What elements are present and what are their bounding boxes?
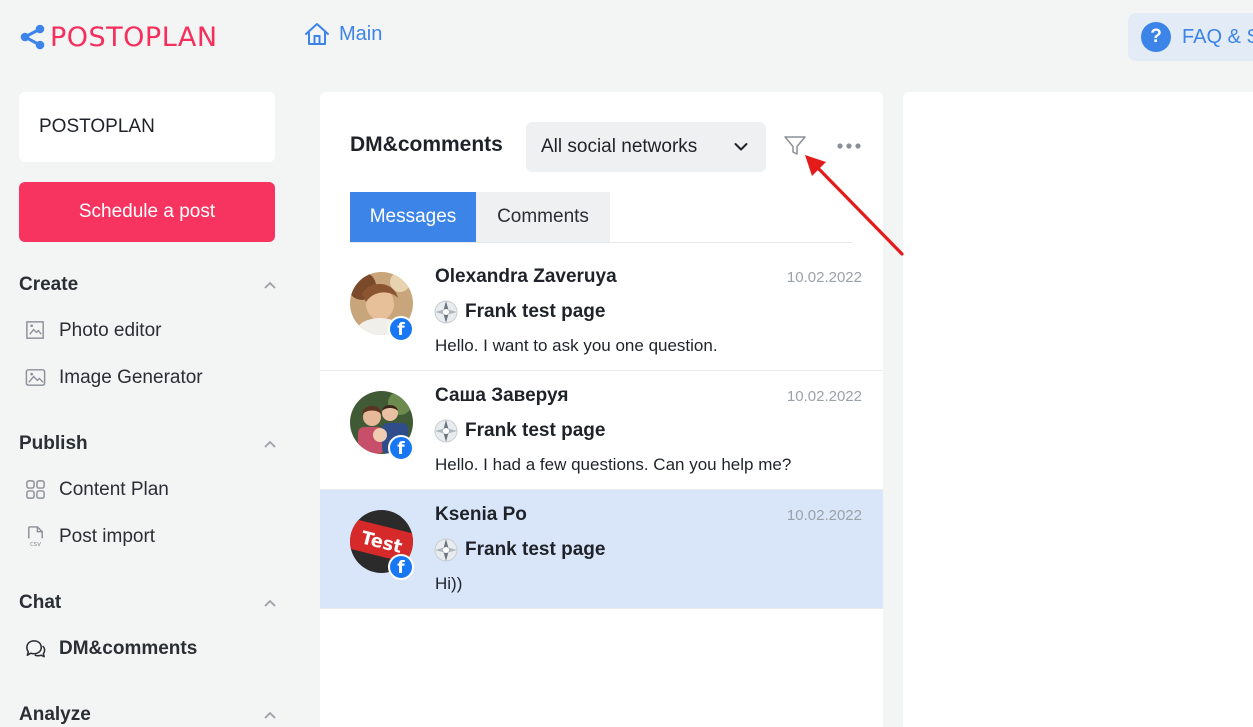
photo-editor-icon [26, 321, 44, 339]
page-avatar-icon [434, 538, 458, 562]
chevron-down-icon [734, 143, 748, 151]
conversation-date: 10.02.2022 [786, 388, 862, 405]
filter-icon[interactable] [783, 134, 807, 158]
conversation-name: Ksenia Po [435, 504, 527, 525]
conversation-detail-panel [903, 92, 1253, 727]
conversation-page: Frank test page [434, 538, 605, 562]
chevron-up-icon [264, 599, 276, 607]
section-title: Analyze [19, 704, 91, 725]
schedule-post-button[interactable]: Schedule a post [19, 182, 275, 242]
sidebar-item-label: DM&comments [59, 637, 198, 659]
sidebar-item-image-generator[interactable]: Image Generator [24, 366, 203, 389]
faq-support-button[interactable]: ? FAQ & S [1128, 13, 1253, 61]
panel-title: DM&comments [350, 133, 503, 156]
csv-file-icon: csv [28, 526, 43, 548]
section-title: Chat [19, 592, 62, 613]
section-title: Publish [19, 433, 88, 454]
conversation-date: 10.02.2022 [786, 507, 862, 524]
logo[interactable]: POSTOPLAN [20, 18, 218, 56]
section-chat[interactable]: Chat [19, 592, 277, 614]
grid-icon [26, 480, 45, 499]
network-select-value: All social networks [541, 136, 698, 157]
home-icon [305, 23, 329, 45]
image-icon [25, 369, 46, 386]
tab-messages[interactable]: Messages [350, 192, 476, 242]
section-title: Create [19, 274, 79, 295]
chevron-up-icon [264, 281, 276, 289]
conversation-item-selected[interactable]: Test f Ksenia Po 10.02.2022 Frank test p… [320, 490, 883, 609]
share-logo-icon [20, 24, 45, 50]
page-avatar-icon [434, 300, 458, 324]
chat-bubbles-icon [26, 640, 46, 658]
workspace-name: POSTOPLAN [39, 116, 155, 137]
sidebar-item-post-import[interactable]: csv Post import [24, 525, 155, 548]
section-create[interactable]: Create [19, 274, 277, 296]
facebook-icon: f [388, 435, 414, 461]
conversation-item[interactable]: f Саша Заверуя 10.02.2022 Frank test pag… [320, 371, 883, 490]
question-icon: ? [1141, 22, 1171, 52]
logo-text: POSTOPLAN [50, 21, 218, 53]
inbox-tabs: Messages Comments [350, 192, 852, 243]
workspace-card[interactable]: POSTOPLAN [19, 92, 275, 162]
page-name: Frank test page [465, 420, 606, 441]
chevron-up-icon [264, 440, 276, 448]
conversation-page: Frank test page [434, 419, 605, 443]
conversation-page: Frank test page [434, 300, 605, 324]
sidebar-item-photo-editor[interactable]: Photo editor [24, 319, 161, 342]
conversation-preview: Hello. I want to ask you one question. [435, 336, 718, 355]
sidebar-item-label: Photo editor [59, 319, 162, 341]
section-publish[interactable]: Publish [19, 433, 277, 455]
network-select[interactable]: All social networks [526, 122, 766, 172]
svg-text:csv: csv [30, 540, 41, 548]
conversation-preview: Hi)) [435, 574, 463, 593]
conversation-date: 10.02.2022 [786, 269, 862, 286]
conversation-name: Olexandra Zaveruya [435, 266, 617, 287]
facebook-icon: f [388, 316, 414, 342]
main-link-label: Main [339, 22, 383, 45]
sidebar-item-label: Image Generator [59, 366, 203, 388]
sidebar-item-dm-comments[interactable]: DM&comments [24, 637, 197, 660]
sidebar-item-content-plan[interactable]: Content Plan [24, 478, 169, 501]
main-link[interactable]: Main [304, 22, 382, 46]
faq-label: FAQ & S [1182, 25, 1253, 48]
tab-comments[interactable]: Comments [476, 192, 610, 242]
sidebar-item-label: Post import [59, 525, 156, 547]
section-analyze[interactable]: Analyze [19, 704, 277, 726]
conversation-name: Саша Заверуя [435, 385, 569, 406]
page-name: Frank test page [465, 539, 606, 560]
conversation-preview: Hello. I had a few questions. Can you he… [435, 455, 792, 474]
page-avatar-icon [434, 419, 458, 443]
page-name: Frank test page [465, 301, 606, 322]
facebook-icon: f [388, 554, 414, 580]
conversation-item[interactable]: f Olexandra Zaveruya 10.02.2022 Frank te… [320, 252, 883, 371]
inbox-panel: DM&comments All social networks Messages… [320, 92, 883, 727]
sidebar-item-label: Content Plan [59, 478, 169, 500]
more-options-icon[interactable] [836, 142, 862, 150]
chevron-up-icon [264, 711, 276, 719]
